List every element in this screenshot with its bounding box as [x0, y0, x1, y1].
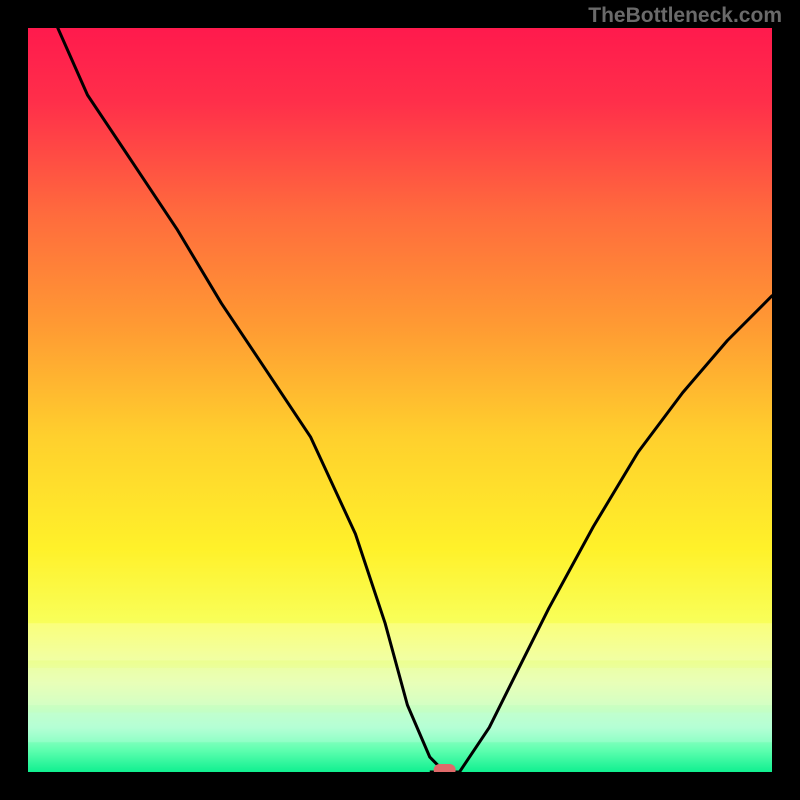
plot-area	[28, 28, 772, 772]
chart-frame: TheBottleneck.com	[0, 0, 800, 800]
watermark-text: TheBottleneck.com	[588, 4, 782, 28]
chart-svg	[28, 28, 772, 772]
tint-band	[28, 712, 772, 742]
tint-band	[28, 623, 772, 660]
optimal-point-marker	[434, 764, 456, 772]
